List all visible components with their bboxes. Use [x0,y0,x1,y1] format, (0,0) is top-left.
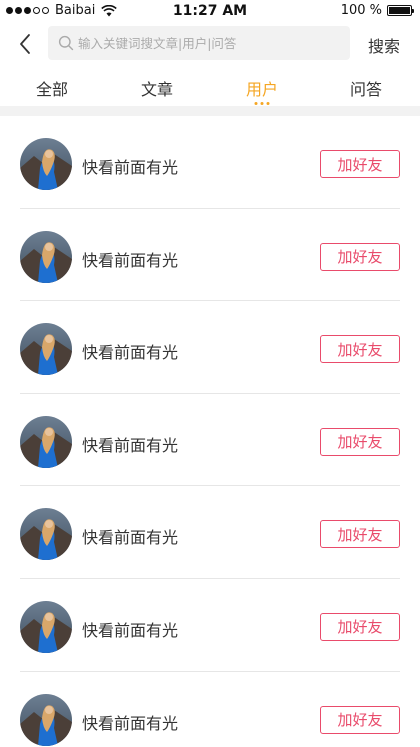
battery-percent: 100 % [340,3,382,18]
user-name: 快看前面有光 [82,343,179,363]
search-input[interactable] [78,26,346,60]
status-right: 100 % [340,3,414,18]
avatar[interactable] [20,415,72,468]
user-name: 快看前面有光 [82,620,179,640]
user-name: 快看前面有光 [82,158,179,177]
category-tabs: 全部 文章 用户 问答 [0,70,420,106]
search-button[interactable]: 搜索 [368,33,400,57]
avatar[interactable] [20,508,72,561]
user-name: 快看前面有光 [82,250,179,270]
avatar[interactable] [20,600,72,653]
search-header: 搜索 [0,22,420,68]
section-divider [0,106,420,116]
search-icon [58,35,74,51]
add-friend-button[interactable]: 加好友 [320,705,400,734]
user-list-item[interactable]: 快看前面有光 加好友 [20,394,400,487]
add-friend-button[interactable]: 加好友 [320,612,400,641]
user-list-item[interactable]: 快看前面有光 加好友 [20,116,400,209]
battery-icon [387,5,414,16]
tab-qa[interactable]: 问答 [350,76,382,100]
add-friend-button[interactable]: 加好友 [320,335,400,364]
active-tab-indicator [254,102,270,105]
user-list-item[interactable]: 快看前面有光 加好友 [20,579,400,672]
user-name: 快看前面有光 [82,713,179,733]
user-list-item[interactable]: 快看前面有光 加好友 [20,209,400,302]
back-arrow-icon[interactable] [12,30,40,58]
tab-all[interactable]: 全部 [36,76,68,100]
add-friend-button[interactable]: 加好友 [320,150,400,178]
tab-users-label: 用户 [246,80,279,99]
avatar[interactable] [20,230,72,283]
user-list-item[interactable]: 快看前面有光 加好友 [20,486,400,579]
tab-articles[interactable]: 文章 [141,76,173,100]
avatar[interactable] [20,693,72,746]
avatar[interactable] [20,138,72,190]
add-friend-button[interactable]: 加好友 [320,242,400,271]
search-box[interactable] [48,26,350,60]
add-friend-button[interactable]: 加好友 [320,427,400,456]
user-name: 快看前面有光 [82,435,179,455]
user-list: 快看前面有光 加好友 快看前面有光 加好友 快看前面有光 加好友 快看前面有光 … [0,116,420,747]
avatar[interactable] [20,323,72,376]
user-list-item[interactable]: 快看前面有光 加好友 [20,672,400,747]
user-list-item[interactable]: 快看前面有光 加好友 [20,301,400,394]
status-bar: Baibai 11:27 AM 100 % [0,0,420,22]
add-friend-button[interactable]: 加好友 [320,520,400,549]
user-name: 快看前面有光 [82,528,179,548]
tab-users[interactable]: 用户 [246,76,279,105]
